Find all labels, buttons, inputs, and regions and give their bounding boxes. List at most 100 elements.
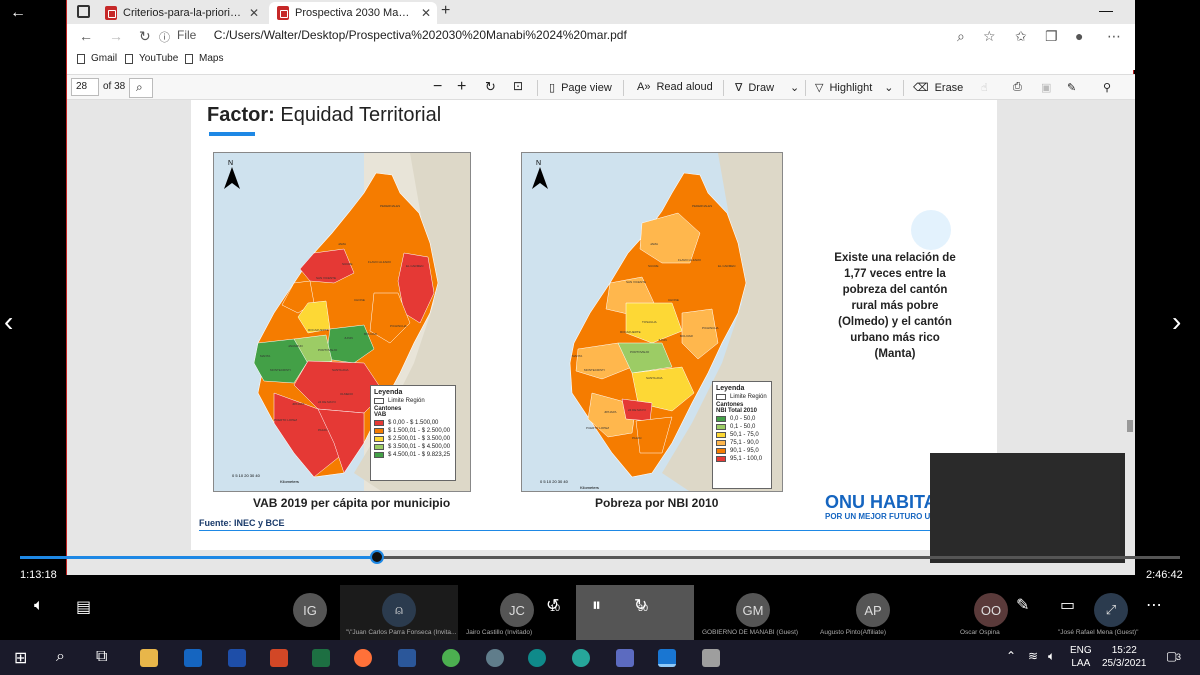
highlight-button[interactable]: ▽ Highlight ⌄ (815, 81, 894, 95)
touch-icon[interactable]: ☝ (981, 81, 988, 94)
back-icon[interactable]: ← (79, 28, 93, 44)
bookmark-gmail[interactable]: Gmail (77, 53, 117, 64)
page-icon (125, 53, 133, 64)
chevron-up-icon[interactable]: ⌃ (1006, 649, 1016, 663)
place-label: FLAVIO ALFARO (368, 260, 392, 264)
favorites-icon[interactable]: ✩ (1015, 28, 1027, 45)
profile-icon[interactable]: ● (1075, 28, 1083, 44)
chevron-down-icon[interactable]: ⌄ (884, 81, 893, 94)
favorite-icon[interactable]: ☆ (983, 28, 996, 45)
expand-button[interactable]: ⤢ (1094, 593, 1128, 627)
slide-title-text: Equidad Territorial (274, 104, 442, 126)
read-aloud-button[interactable]: A» Read aloud (637, 81, 713, 93)
chevron-left-icon[interactable]: ‹ (4, 306, 13, 338)
save-icon[interactable]: ▣ (1041, 81, 1051, 94)
avatar[interactable]: JC (500, 593, 534, 627)
collections-icon[interactable]: ❐ (1045, 28, 1058, 45)
pencil-icon[interactable]: ✎ (1016, 595, 1029, 615)
page-icon (185, 53, 193, 64)
scrollbar-thumb[interactable] (1127, 420, 1133, 432)
person-icon: ⍝ (395, 602, 403, 617)
page-icon (77, 53, 85, 64)
tab-prospectiva[interactable]: Prospectiva 2030 Manabi 24 ma ✕ (269, 2, 437, 24)
time-current: 1:13:18 (20, 569, 57, 581)
more-icon[interactable]: ⋯ (1146, 595, 1162, 615)
save-as-icon[interactable]: ✎ (1067, 81, 1076, 94)
avatar[interactable]: IG (293, 593, 327, 627)
task-view-icon[interactable]: ⧉ (96, 648, 107, 666)
legend-label: 0,1 - 50,0 (730, 424, 756, 430)
print-icon[interactable]: ⎙ (1013, 81, 1022, 94)
chevron-right-icon[interactable]: › (1172, 306, 1181, 338)
close-icon[interactable]: ✕ (421, 6, 431, 20)
source-note: Fuente: INEC y BCE (199, 518, 285, 528)
scale-unit: Kilometers (280, 479, 299, 484)
powerpoint-icon[interactable] (270, 649, 288, 667)
close-icon[interactable]: ✕ (249, 6, 259, 20)
draw-button[interactable]: ∇ Draw ⌄ (735, 81, 799, 95)
tab-actions-icon[interactable] (77, 5, 90, 18)
teams-icon[interactable] (616, 649, 634, 667)
captions-icon[interactable]: ▤ (76, 597, 91, 617)
zoom-icon[interactable]: ⌕ (957, 28, 965, 45)
tab-criterios[interactable]: Criterios-para-la-priorizacion-de ✕ (97, 2, 269, 24)
map-nbi: N PEDERNALES JAMA SUCRE SAN VICENTE FLAV… (521, 152, 783, 492)
page-view-button[interactable]: ▯ Page view (549, 81, 612, 95)
search-icon[interactable]: ⌕ (56, 648, 65, 666)
pin-icon[interactable]: ⚲ (1103, 81, 1111, 94)
chrome-icon[interactable] (442, 649, 460, 667)
chevron-down-icon[interactable]: ⌄ (790, 81, 799, 94)
divider (805, 80, 806, 96)
seek-bar[interactable] (20, 550, 1180, 564)
word-icon[interactable] (398, 649, 416, 667)
window-minimize-icon[interactable]: — (1099, 2, 1113, 18)
legend-item: 95,1 - 100,0 (716, 456, 768, 462)
paint-icon[interactable] (702, 649, 720, 667)
page-number-input[interactable]: 28 (71, 78, 99, 96)
bookmark-youtube[interactable]: YouTube (125, 53, 178, 64)
info-icon[interactable]: ⓘ (159, 29, 170, 45)
place-label: PAJAN (632, 436, 641, 440)
new-tab-icon[interactable]: + (441, 2, 450, 20)
fit-page-icon[interactable]: ⊡ (513, 79, 523, 93)
url-field[interactable]: File C:/Users/Walter/Desktop/Prospectiva… (177, 28, 627, 42)
language-indicator[interactable]: ENG LAA (1070, 644, 1092, 670)
north-arrow-icon (532, 167, 548, 189)
avatar[interactable]: OO (974, 593, 1008, 627)
avatar[interactable]: AP (856, 593, 890, 627)
read-aloud-label: Read aloud (656, 81, 713, 93)
erase-button[interactable]: ⌫ Erase (913, 81, 963, 95)
clock[interactable]: 15:22 25/3/2021 (1102, 644, 1147, 670)
zoom-in-button[interactable]: + (457, 78, 466, 96)
outlook-icon[interactable] (184, 649, 202, 667)
avatar[interactable]: GM (736, 593, 770, 627)
excel-icon[interactable] (312, 649, 330, 667)
pause-icon[interactable]: ⏸ (592, 595, 601, 616)
back-arrow-icon[interactable]: ← (10, 4, 26, 22)
tab-title: Prospectiva 2030 Manabi 24 ma (295, 7, 413, 19)
legend-swatch (716, 448, 726, 454)
refresh-icon[interactable]: ↻ (139, 28, 151, 45)
picture-in-picture-icon[interactable]: ▭ (1060, 595, 1075, 615)
more-icon[interactable]: ⋯ (1107, 28, 1121, 45)
firefox-icon[interactable] (354, 649, 372, 667)
bookmark-maps[interactable]: Maps (185, 53, 223, 64)
magnifier-icon[interactable] (486, 649, 504, 667)
avatar[interactable]: ⍝ (382, 593, 416, 627)
zoom-out-button[interactable]: − (433, 78, 442, 96)
rotate-icon[interactable]: ↻ (485, 79, 496, 95)
place-label: BOLIVAR (364, 332, 378, 336)
place-label: 24 DE MAYO (318, 400, 336, 404)
visio-icon[interactable] (228, 649, 246, 667)
file-explorer-icon[interactable] (140, 649, 158, 667)
wifi-icon[interactable]: ≋ (1028, 649, 1038, 663)
search-button[interactable]: ⌕ (129, 78, 153, 98)
volume-icon[interactable]: 🔈︎ (34, 597, 44, 615)
media-player-icon[interactable] (658, 649, 676, 667)
speaker-icon[interactable]: 🔈︎ (1048, 649, 1055, 664)
windows-start-icon[interactable]: ⊞ (14, 648, 27, 668)
forward-icon[interactable]: → (109, 28, 123, 44)
edge-icon[interactable] (528, 649, 546, 667)
legend-swatch (716, 424, 726, 430)
edge-beta-icon[interactable] (572, 649, 590, 667)
